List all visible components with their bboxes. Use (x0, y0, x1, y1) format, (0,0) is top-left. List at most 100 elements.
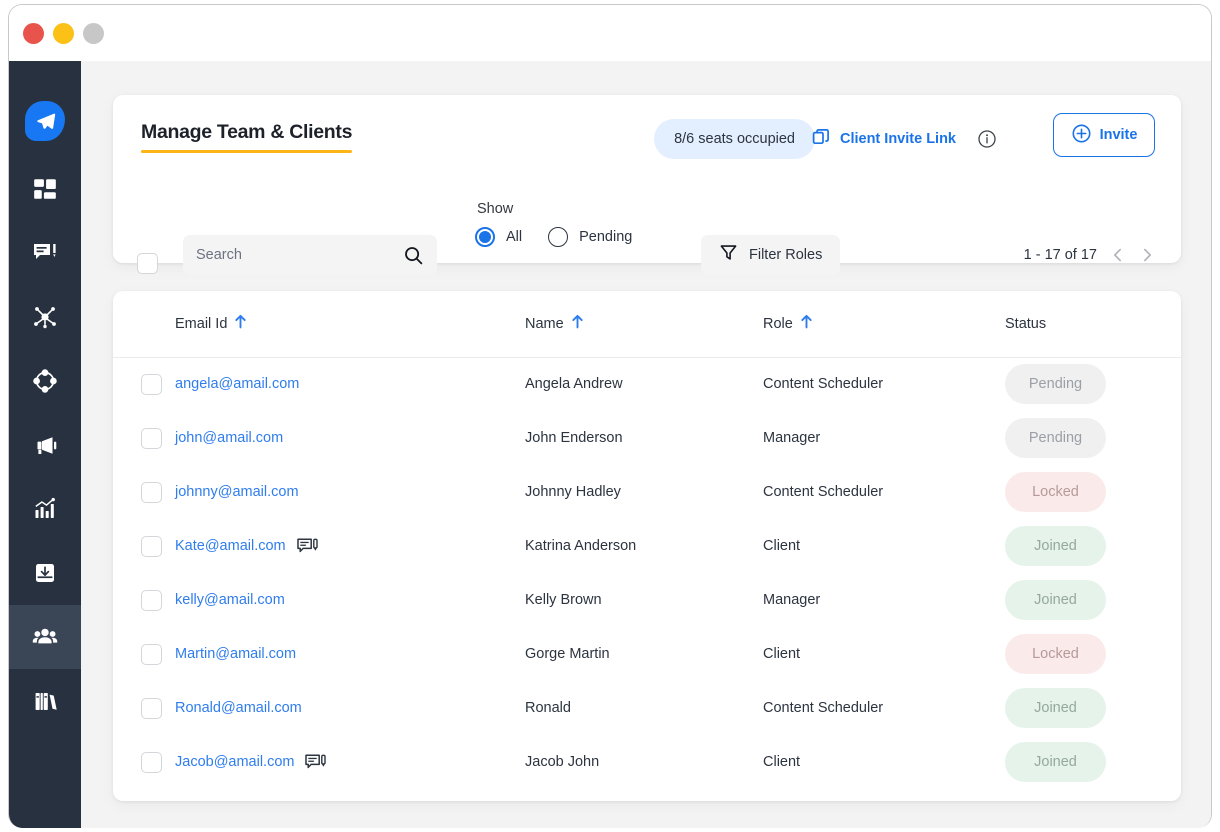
status-badge: Pending (1005, 418, 1106, 458)
cell-name: Angela Andrew (525, 376, 623, 393)
filter-roles-button[interactable]: Filter Roles (701, 235, 841, 275)
invite-button-label: Invite (1099, 127, 1138, 143)
search-box[interactable] (183, 235, 437, 275)
sidebar-item-campaigns[interactable] (9, 413, 81, 477)
invite-button[interactable]: Invite (1053, 113, 1155, 157)
status-badge: Pending (1005, 364, 1106, 405)
checkbox-box[interactable] (141, 643, 162, 665)
column-header-email-label: Email Id (175, 315, 228, 332)
table-row: john@amail.com John Enderson Manager Pendin… (113, 411, 1181, 465)
sidebar-item-brand[interactable] (9, 85, 81, 157)
window-maximize-button[interactable] (83, 22, 104, 44)
members-table-head: Email Id Name Role Status (113, 291, 1181, 357)
bar-chart-growth-icon (32, 496, 58, 522)
search-input[interactable] (196, 247, 403, 263)
client-invite-link-label[interactable]: Client Invite Link (840, 131, 956, 147)
paper-plane-icon (25, 101, 65, 141)
email-link[interactable]: johnny@amail.com (175, 484, 299, 500)
funnel-filter-icon (719, 243, 738, 267)
email-link[interactable]: angela@amail.com (175, 376, 299, 392)
seats-occupied-label: 8/6 seats occupied (674, 131, 795, 147)
cell-status: Joined (1005, 573, 1181, 627)
status-badge: Joined (1005, 688, 1106, 728)
status-badge: Joined (1005, 526, 1106, 566)
status-badge: Locked (1005, 472, 1106, 512)
sidebar-item-messages[interactable] (9, 221, 81, 285)
copy-icon[interactable] (811, 127, 831, 152)
sort-ascending-icon[interactable] (571, 314, 584, 333)
sort-ascending-icon[interactable] (234, 314, 247, 333)
cell-role: Client (763, 538, 801, 554)
window-minimize-button[interactable] (53, 22, 74, 44)
checkbox-box[interactable] (141, 427, 162, 449)
chat-compose-icon (32, 240, 58, 266)
email-link[interactable]: Martin@amail.com (175, 646, 296, 662)
row-select-checkbox[interactable] (113, 519, 175, 573)
cell-role: Client (763, 754, 801, 770)
client-invite-link-group[interactable]: Client Invite Link (811, 119, 997, 159)
chevron-left-icon[interactable] (1110, 247, 1126, 263)
sidebar-item-team[interactable] (9, 605, 81, 669)
sidebar-item-network[interactable] (9, 285, 81, 349)
checkbox-box[interactable] (141, 751, 162, 773)
cell-role: Manager (763, 592, 821, 608)
cell-status: Locked (1005, 627, 1181, 681)
info-circle-icon[interactable] (977, 129, 997, 149)
sidebar-item-downloads[interactable] (9, 541, 81, 605)
column-header-role[interactable]: Role (763, 291, 1005, 357)
title-underline (141, 150, 353, 153)
cell-status: Pending (1005, 411, 1181, 465)
circle-diamond-icon (32, 368, 58, 394)
radio-pending-indicator[interactable] (548, 227, 569, 247)
grid-dashboard-icon (32, 176, 58, 202)
checkbox-box[interactable] (141, 697, 162, 719)
members-table-body: angela@amail.com Angela Andrew Content Sch… (113, 357, 1181, 789)
radio-option-pending[interactable]: Pending (548, 227, 632, 247)
sidebar-item-library[interactable] (9, 669, 81, 733)
search-icon[interactable] (403, 245, 424, 266)
window-close-button[interactable] (23, 22, 44, 44)
row-select-checkbox[interactable] (113, 411, 175, 465)
row-select-checkbox[interactable] (113, 681, 175, 735)
inbox-download-icon (32, 560, 58, 586)
table-row: angela@amail.com Angela Andrew Content Sch… (113, 357, 1181, 411)
email-link[interactable]: john@amail.com (175, 430, 283, 446)
sidebar-item-engage[interactable] (9, 349, 81, 413)
cell-email: johnny@amail.com (175, 465, 525, 519)
cell-email: angela@amail.com (175, 357, 525, 411)
radio-all-indicator[interactable] (475, 227, 495, 247)
cell-role: Manager (763, 430, 821, 446)
pagination: 1 - 17 of 17 (1024, 235, 1155, 275)
row-select-checkbox[interactable] (113, 627, 175, 681)
chat-note-icon[interactable] (305, 754, 327, 771)
email-link[interactable]: Kate@amail.com (175, 538, 286, 554)
checkbox-box[interactable] (141, 535, 162, 557)
megaphone-icon (32, 432, 59, 459)
select-all-checkbox[interactable] (137, 253, 158, 274)
column-header-email[interactable]: Email Id (175, 291, 525, 357)
table-row: johnny@amail.com Johnny Hadley Content Sch… (113, 465, 1181, 519)
sort-ascending-icon[interactable] (800, 314, 813, 333)
row-select-checkbox[interactable] (113, 573, 175, 627)
chevron-right-icon[interactable] (1139, 247, 1155, 263)
checkbox-box[interactable] (141, 589, 162, 611)
row-select-checkbox[interactable] (113, 465, 175, 519)
email-link[interactable]: Ronald@amail.com (175, 700, 302, 716)
sidebar-item-analytics[interactable] (9, 477, 81, 541)
email-link[interactable]: Jacob@amail.com (175, 754, 294, 770)
status-badge: Locked (1005, 634, 1106, 674)
cell-status: Joined (1005, 681, 1181, 735)
checkbox-box[interactable] (141, 481, 162, 503)
chat-note-icon[interactable] (296, 538, 318, 555)
row-select-checkbox[interactable] (113, 735, 175, 789)
sidebar-item-dashboard[interactable] (9, 157, 81, 221)
cell-email: kelly@amail.com (175, 573, 525, 627)
radio-pending-label: Pending (579, 229, 633, 245)
column-header-name[interactable]: Name (525, 291, 763, 357)
row-select-checkbox[interactable] (113, 357, 175, 411)
checkbox-box[interactable] (137, 253, 158, 274)
people-group-icon (31, 623, 59, 651)
radio-option-all[interactable]: All (475, 227, 522, 247)
checkbox-box[interactable] (141, 373, 162, 395)
email-link[interactable]: kelly@amail.com (175, 592, 285, 608)
